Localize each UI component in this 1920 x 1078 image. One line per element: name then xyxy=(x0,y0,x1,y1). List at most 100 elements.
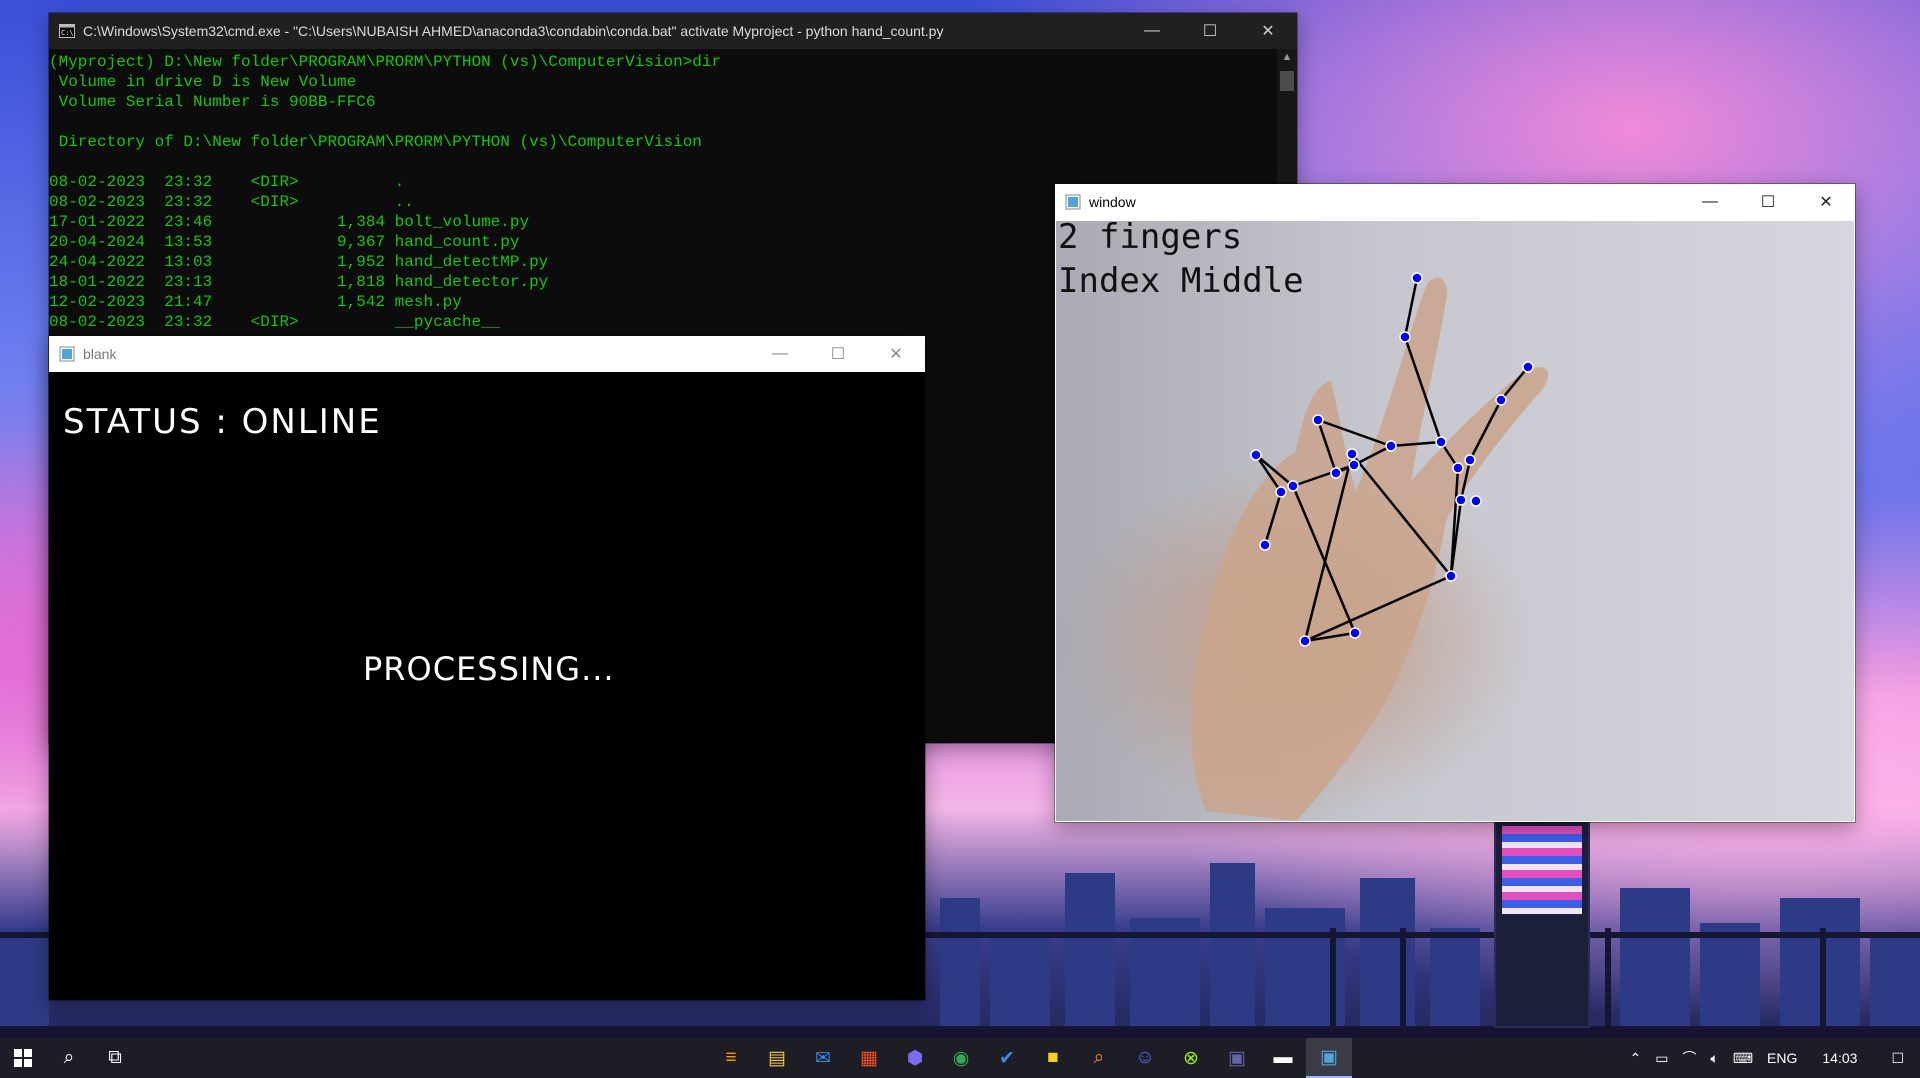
taskbar-app-notes[interactable]: ■ xyxy=(1030,1038,1076,1078)
landmark-point xyxy=(1346,448,1358,460)
checkmark-icon: ✔ xyxy=(999,1047,1015,1069)
taskbar-app-explorer[interactable]: ▤ xyxy=(754,1038,800,1078)
close-button[interactable]: ✕ xyxy=(867,336,925,372)
taskbar-app-teams[interactable]: ▣ xyxy=(1214,1038,1260,1078)
landmark-point xyxy=(1435,436,1447,448)
status-text: STATUS : ONLINE xyxy=(63,402,382,442)
taskbar-app-store[interactable]: ▦ xyxy=(846,1038,892,1078)
landmark-point xyxy=(1299,635,1311,647)
landmark-point xyxy=(1445,570,1457,582)
notifications-icon[interactable]: ☐ xyxy=(1875,1050,1920,1067)
finger-names-text: Index Middle xyxy=(1058,261,1304,301)
copilot-icon: ⬢ xyxy=(906,1047,924,1069)
landmark-point xyxy=(1330,467,1342,479)
app-window-icon xyxy=(59,346,75,362)
camera-window[interactable]: window — ☐ ✕ 2 fingers Index Middle xyxy=(1055,184,1855,822)
start-button[interactable] xyxy=(0,1038,46,1078)
search-icon: ⌕ xyxy=(63,1047,75,1068)
camera-feed: 2 fingers Index Middle xyxy=(1056,221,1854,821)
taskbar-app-discord[interactable]: ☺ xyxy=(1122,1038,1168,1078)
app-window-icon xyxy=(1065,194,1081,210)
taskbar-app-copilot[interactable]: ⬢ xyxy=(892,1038,938,1078)
xbox-icon: ⊗ xyxy=(1183,1047,1199,1069)
scroll-up-icon[interactable]: ▲ xyxy=(1277,51,1297,63)
landmark-point xyxy=(1348,459,1360,471)
blank-window[interactable]: blank — ☐ ✕ STATUS : ONLINE PROCESSING..… xyxy=(49,336,925,1000)
landmark-point xyxy=(1259,539,1271,551)
processing-text: PROCESSING... xyxy=(363,650,615,688)
taskbar-app-xbox[interactable]: ⊗ xyxy=(1168,1038,1214,1078)
clock[interactable]: 14:03 xyxy=(1804,1050,1875,1066)
landmark-point xyxy=(1464,454,1476,466)
taskbar-app-search-tool[interactable]: ⌕ xyxy=(1076,1038,1122,1078)
maximize-button[interactable]: ☐ xyxy=(1181,13,1239,49)
taskbar-app-python-window[interactable]: ▣ xyxy=(1306,1038,1352,1078)
chevron-up-icon[interactable]: ⌃ xyxy=(1622,1050,1648,1067)
landmark-point xyxy=(1287,480,1299,492)
app-window-icon: ▣ xyxy=(1320,1046,1338,1068)
sublime-icon: ≡ xyxy=(725,1047,737,1068)
camera-titlebar[interactable]: window — ☐ ✕ xyxy=(1055,184,1855,220)
landmark-point xyxy=(1250,449,1262,461)
blank-title: blank xyxy=(83,346,117,362)
taskbar-app-sublime[interactable]: ≡ xyxy=(708,1038,754,1078)
landmark-point xyxy=(1312,414,1324,426)
taskbar-app-chrome[interactable]: ◉ xyxy=(938,1038,984,1078)
landmark-point xyxy=(1452,462,1464,474)
landmark-point xyxy=(1385,440,1397,452)
landmark-point xyxy=(1455,494,1467,506)
taskbar-app-mail[interactable]: ✉ xyxy=(800,1038,846,1078)
folder-icon: ▤ xyxy=(768,1047,786,1069)
landmark-point xyxy=(1275,486,1287,498)
landmark-point xyxy=(1411,272,1423,284)
landmark-point xyxy=(1522,361,1534,373)
camera-title: window xyxy=(1089,194,1136,210)
finger-count-text: 2 fingers xyxy=(1058,221,1243,257)
vending-machine-image xyxy=(1494,814,1590,1028)
landmark-point xyxy=(1470,495,1482,507)
terminal-icon: ▬ xyxy=(1273,1047,1293,1068)
svg-text:C:\: C:\ xyxy=(61,29,74,37)
windows-logo-icon xyxy=(14,1049,32,1067)
landmark-point xyxy=(1349,627,1361,639)
system-tray: ⌃ ▭ ⌒ 🔈︎ ⌨ ENG 14:03 ☐ xyxy=(1622,1038,1920,1078)
minimize-button[interactable]: — xyxy=(1123,13,1181,49)
landmark-point xyxy=(1399,331,1411,343)
cmd-titlebar[interactable]: C:\ C:\Windows\System32\cmd.exe - "C:\Us… xyxy=(49,13,1297,49)
close-button[interactable]: ✕ xyxy=(1239,13,1297,49)
task-view-button[interactable]: ⧉ xyxy=(92,1038,138,1078)
taskbar-app-terminal[interactable]: ▬ xyxy=(1260,1038,1306,1078)
mail-icon: ✉ xyxy=(815,1047,831,1069)
scrollbar-thumb[interactable] xyxy=(1280,71,1294,91)
wifi-icon[interactable]: ⌒ xyxy=(1675,1048,1703,1068)
teams-icon: ▣ xyxy=(1228,1047,1246,1069)
keyboard-icon[interactable]: ⌨ xyxy=(1726,1050,1760,1067)
sticky-notes-icon: ■ xyxy=(1047,1047,1059,1068)
minimize-button[interactable]: — xyxy=(751,336,809,372)
volume-icon[interactable]: 🔈︎ xyxy=(1703,1050,1725,1067)
landmark-point xyxy=(1495,394,1507,406)
console-line: Volume Serial Number is 90BB-FFC6 xyxy=(49,93,376,111)
cmd-title: C:\Windows\System32\cmd.exe - "C:\Users\… xyxy=(83,23,944,39)
maximize-button[interactable]: ☐ xyxy=(1739,184,1797,220)
console-line: Directory of D:\New folder\PROGRAM\PRORM… xyxy=(49,133,702,151)
language-indicator[interactable]: ENG xyxy=(1760,1050,1804,1066)
hand-landmarks-overlay xyxy=(1191,272,1549,821)
chrome-icon: ◉ xyxy=(952,1047,970,1069)
store-icon: ▦ xyxy=(860,1047,878,1069)
taskbar-app-todo[interactable]: ✔ xyxy=(984,1038,1030,1078)
battery-icon[interactable]: ▭ xyxy=(1648,1050,1675,1067)
discord-icon: ☺ xyxy=(1135,1047,1155,1068)
blank-titlebar[interactable]: blank — ☐ ✕ xyxy=(49,336,925,372)
console-line: Volume in drive D is New Volume xyxy=(49,73,357,91)
magnifier-icon: ⌕ xyxy=(1093,1047,1105,1068)
maximize-button[interactable]: ☐ xyxy=(809,336,867,372)
taskbar: ⌕ ⧉ ≡ ▤ ✉ ▦ ⬢ ◉ ✔ ■ ⌕ ☺ ⊗ ▣ ▬ ▣ ⌃ ▭ ⌒ 🔈︎… xyxy=(0,1038,1920,1078)
minimize-button[interactable]: — xyxy=(1681,184,1739,220)
search-button[interactable]: ⌕ xyxy=(46,1038,92,1078)
task-view-icon: ⧉ xyxy=(108,1047,122,1068)
console-line: (Myproject) D:\New folder\PROGRAM\PRORM\… xyxy=(49,53,722,71)
close-button[interactable]: ✕ xyxy=(1797,184,1855,220)
